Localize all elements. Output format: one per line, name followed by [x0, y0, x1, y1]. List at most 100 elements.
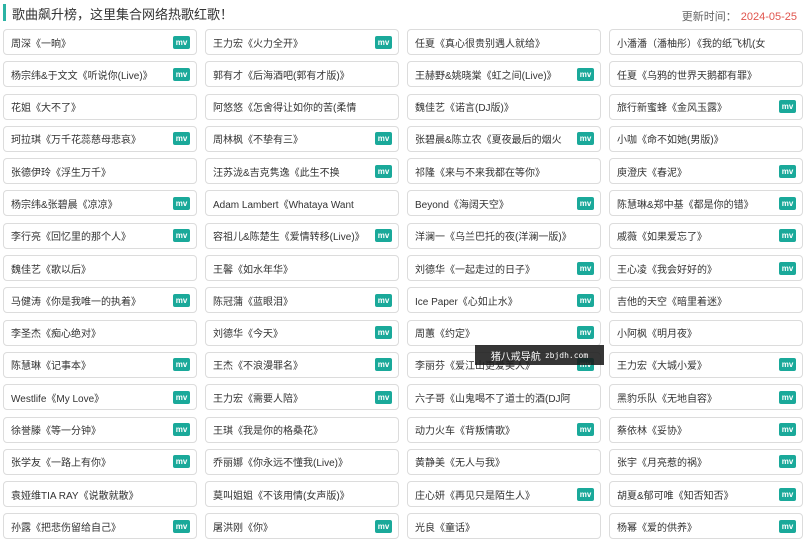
mv-badge-icon[interactable]: mv	[779, 229, 796, 243]
song-item[interactable]: 杨宗纬&于文文《听说你(Live)》 mv	[3, 61, 197, 88]
song-item[interactable]: 张德伊玲《浮生万千》	[3, 158, 197, 185]
song-item[interactable]: 郭有才《后海酒吧(郭有才版)》	[205, 61, 399, 88]
song-item[interactable]: 袁娅维TIA RAY《说散就散》	[3, 481, 197, 508]
song-item[interactable]: 张碧晨&陈立农《夏夜最后的烟火 mv	[407, 125, 601, 152]
song-item[interactable]: 刘德华《一起走过的日子》 mv	[407, 255, 601, 282]
song-item[interactable]: 孙露《把悲伤留给自己》 mv	[3, 513, 197, 540]
song-item[interactable]: 珂拉琪《万千花蕊慈母悲哀》 mv	[3, 125, 197, 152]
song-item[interactable]: 任夏《乌鸦的世界天鹅都有罪》	[609, 61, 803, 88]
mv-badge-icon[interactable]: mv	[173, 423, 190, 437]
song-item[interactable]: 李圣杰《痴心绝对》	[3, 319, 197, 346]
song-item[interactable]: 王力宏《火力全开》 mv	[205, 29, 399, 55]
mv-badge-icon[interactable]: mv	[173, 358, 190, 372]
song-item[interactable]: 陈冠蒲《蓝眼泪》 mv	[205, 287, 399, 314]
song-item[interactable]: 屠洪刚《你》 mv	[205, 513, 399, 540]
song-item[interactable]: 陈慧琳《记事本》 mv	[3, 351, 197, 378]
song-item[interactable]: 周林枫《不挚有三》 mv	[205, 125, 399, 152]
song-item[interactable]: 周深《一晌》 mv	[3, 29, 197, 55]
song-item[interactable]: 王杰《不浪漫罪名》 mv	[205, 351, 399, 378]
mv-badge-icon[interactable]: mv	[779, 164, 796, 178]
song-item[interactable]: 蔡依林《妥协》 mv	[609, 416, 803, 443]
mv-badge-icon[interactable]: mv	[375, 326, 392, 340]
mv-badge-icon[interactable]: mv	[173, 67, 190, 81]
mv-badge-icon[interactable]: mv	[375, 164, 392, 178]
song-item[interactable]: 乔丽娜《你永远不懂我(Live)》	[205, 448, 399, 475]
song-item[interactable]: 李行亮《回忆里的那个人》 mv	[3, 222, 197, 249]
song-item[interactable]: 小潘潘（潘柚彤）《我的纸飞机(女	[609, 29, 803, 55]
mv-badge-icon[interactable]: mv	[779, 196, 796, 210]
mv-badge-icon[interactable]: mv	[779, 261, 796, 275]
song-item[interactable]: 王馨《如水年华》	[205, 255, 399, 282]
mv-badge-icon[interactable]: mv	[577, 423, 594, 437]
song-item[interactable]: 王赫野&姚晓棠《虹之间(Live)》 mv	[407, 61, 601, 88]
mv-badge-icon[interactable]: mv	[173, 455, 190, 469]
song-item[interactable]: 陈慧琳&郑中基《都是你的错》 mv	[609, 190, 803, 217]
mv-badge-icon[interactable]: mv	[173, 519, 190, 533]
song-item[interactable]: 小阿枫《明月夜》	[609, 319, 803, 346]
song-item[interactable]: 杨幂《爱的供养》 mv	[609, 513, 803, 540]
mv-badge-icon[interactable]: mv	[375, 519, 392, 533]
mv-badge-icon[interactable]: mv	[779, 455, 796, 469]
song-item[interactable]: 吉他的天空《暗里着迷》	[609, 287, 803, 314]
mv-badge-icon[interactable]: mv	[577, 326, 594, 340]
song-item[interactable]: 阿悠悠《怎舍得让如你的苦(柔情	[205, 93, 399, 120]
song-item[interactable]: 王琪《我是你的格桑花》	[205, 416, 399, 443]
song-item[interactable]: Beyond《海阔天空》 mv	[407, 190, 601, 217]
song-item[interactable]: 洋澜一《乌兰巴托的夜(洋澜一版)》	[407, 222, 601, 249]
song-item[interactable]: 魏佳艺《歌以后》	[3, 255, 197, 282]
song-item[interactable]: 张宇《月亮惹的祸》 mv	[609, 448, 803, 475]
song-item[interactable]: 王力宏《需要人陪》 mv	[205, 384, 399, 411]
mv-badge-icon[interactable]: mv	[173, 390, 190, 404]
song-item[interactable]: 旅行新蜜蜂《金风玉露》 mv	[609, 93, 803, 120]
mv-badge-icon[interactable]: mv	[577, 293, 594, 307]
mv-badge-icon[interactable]: mv	[577, 261, 594, 275]
mv-badge-icon[interactable]: mv	[173, 196, 190, 210]
mv-badge-icon[interactable]: mv	[375, 293, 392, 307]
song-item[interactable]: 胡夏&郁可唯《知否知否》 mv	[609, 481, 803, 508]
song-item[interactable]: 祁隆《来与不来我都在等你》	[407, 158, 601, 185]
song-item[interactable]: 容祖儿&陈楚生《爱情转移(Live)》 mv	[205, 222, 399, 249]
mv-badge-icon[interactable]: mv	[779, 100, 796, 114]
mv-badge-icon[interactable]: mv	[577, 132, 594, 146]
song-item[interactable]: 马健涛《你是我唯一的执着》 mv	[3, 287, 197, 314]
song-item[interactable]: 戚薇《如果爱忘了》 mv	[609, 222, 803, 249]
mv-badge-icon[interactable]: mv	[375, 229, 392, 243]
mv-badge-icon[interactable]: mv	[375, 358, 392, 372]
song-item[interactable]: 小咖《命不如她(男版)》	[609, 125, 803, 152]
song-item[interactable]: 汪苏泷&吉克隽逸《此生不换 mv	[205, 158, 399, 185]
mv-badge-icon[interactable]: mv	[779, 390, 796, 404]
song-item[interactable]: 六子哥《山鬼喝不了道士的酒(DJ阿	[407, 384, 601, 411]
song-item[interactable]: 莫叫姐姐《不该用情(女声版)》	[205, 481, 399, 508]
song-item[interactable]: Ice Paper《心如止水》 mv	[407, 287, 601, 314]
song-item[interactable]: 王力宏《大城小爱》 mv	[609, 351, 803, 378]
song-item[interactable]: 庄心妍《再见只是陌生人》 mv	[407, 481, 601, 508]
song-item[interactable]: 魏佳艺《诺言(DJ版)》	[407, 93, 601, 120]
song-item[interactable]: Adam Lambert《Whataya Want	[205, 190, 399, 217]
mv-badge-icon[interactable]: mv	[779, 487, 796, 501]
song-item[interactable]: 徐誉滕《等一分钟》 mv	[3, 416, 197, 443]
mv-badge-icon[interactable]: mv	[375, 35, 392, 49]
song-item[interactable]: 庾澄庆《春泥》 mv	[609, 158, 803, 185]
mv-badge-icon[interactable]: mv	[577, 67, 594, 81]
mv-badge-icon[interactable]: mv	[173, 132, 190, 146]
song-item[interactable]: 黄静美《无人与我》	[407, 448, 601, 475]
song-item[interactable]: 任夏《真心很贵别遇人就给》	[407, 29, 601, 55]
mv-badge-icon[interactable]: mv	[577, 487, 594, 501]
song-item[interactable]: Westlife《My Love》 mv	[3, 384, 197, 411]
mv-badge-icon[interactable]: mv	[577, 196, 594, 210]
song-item[interactable]: 杨宗纬&张碧晨《凉凉》 mv	[3, 190, 197, 217]
mv-badge-icon[interactable]: mv	[375, 132, 392, 146]
song-item[interactable]: 张学友《一路上有你》 mv	[3, 448, 197, 475]
song-item[interactable]: 黑豹乐队《无地自容》 mv	[609, 384, 803, 411]
song-item[interactable]: 动力火车《背叛情歌》 mv	[407, 416, 601, 443]
mv-badge-icon[interactable]: mv	[375, 390, 392, 404]
mv-badge-icon[interactable]: mv	[173, 229, 190, 243]
mv-badge-icon[interactable]: mv	[173, 293, 190, 307]
mv-badge-icon[interactable]: mv	[779, 423, 796, 437]
mv-badge-icon[interactable]: mv	[779, 358, 796, 372]
song-item[interactable]: 周蕙《约定》 mv	[407, 319, 601, 346]
mv-badge-icon[interactable]: mv	[779, 519, 796, 533]
mv-badge-icon[interactable]: mv	[173, 35, 190, 49]
song-item[interactable]: 光良《童话》	[407, 513, 601, 540]
song-item[interactable]: 刘德华《今天》 mv	[205, 319, 399, 346]
